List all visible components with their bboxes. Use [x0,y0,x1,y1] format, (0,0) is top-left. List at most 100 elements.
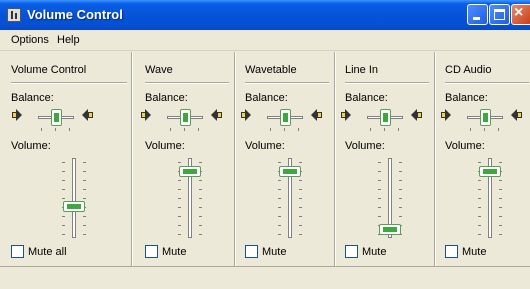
channel-name: Wavetable [245,64,297,76]
volume-tick [499,189,502,190]
balance-tick [370,128,371,131]
speaker-left-icon [11,109,25,121]
balance-label: Balance: [11,92,54,104]
speaker-right-icon [409,109,423,121]
balance-tick [384,128,385,131]
volume-tick [199,180,202,181]
mute-label[interactable]: Mute [262,246,286,258]
channel-separator [434,52,436,266]
volume-tick [199,234,202,235]
volume-tick [499,162,502,163]
volume-tick [378,162,381,163]
balance-slider-thumb[interactable] [51,109,62,126]
balance-ticks [467,128,503,131]
mute-checkbox[interactable] [345,245,358,258]
mixer-channel: Volume Control Balance: Volume: Mute all [11,52,128,266]
volume-slider-thumb[interactable] [179,166,201,177]
volume-tick [478,234,481,235]
channel-name: Wave [145,64,173,76]
minimize-button[interactable] [467,4,488,25]
balance-slider-thumb[interactable] [480,109,491,126]
volume-tick [83,180,86,181]
volume-slider-thumb[interactable] [63,201,85,212]
volume-tick [499,198,502,199]
speaker-right-icon [209,109,223,121]
volume-tick [178,198,181,199]
volume-tick [199,225,202,226]
volume-tick [499,216,502,217]
volume-tick [478,180,481,181]
volume-tick [299,216,302,217]
volume-tick [178,162,181,163]
channel-separator [334,52,336,266]
volume-tick [83,171,86,172]
volume-tick [499,180,502,181]
volume-tick [178,207,181,208]
balance-tick [298,128,299,131]
volume-tick [199,216,202,217]
channel-name-divider [245,82,329,84]
mute-label[interactable]: Mute [362,246,386,258]
volume-tick [62,198,65,199]
menu-help[interactable]: Help [57,34,80,46]
mute-checkbox[interactable] [245,245,258,258]
channel-name-divider [145,82,229,84]
balance-tick [284,128,285,131]
mute-label[interactable]: Mute [462,246,486,258]
volume-tick [62,189,65,190]
volume-tick [299,207,302,208]
volume-tick [62,234,65,235]
volume-tick [83,198,86,199]
volume-tick [83,216,86,217]
volume-tick [278,216,281,217]
volume-tick [399,189,402,190]
mute-label[interactable]: Mute all [28,246,67,258]
volume-tick [83,234,86,235]
title-bar[interactable]: Volume Control × [0,0,530,30]
volume-slider-thumb[interactable] [279,166,301,177]
mixer-channel: Line In Balance: Volume: Mute [341,52,431,266]
minimize-icon [473,17,480,20]
volume-tick [83,225,86,226]
balance-label: Balance: [245,92,288,104]
balance-tick [41,128,42,131]
maximize-button[interactable] [489,4,510,25]
volume-tick [378,216,381,217]
maximize-icon [494,9,505,20]
balance-slider-thumb[interactable] [380,109,391,126]
volume-slider-thumb[interactable] [479,166,501,177]
volume-label: Volume: [145,140,185,152]
balance-tick [55,128,56,131]
volume-tick [278,234,281,235]
volume-tick [378,189,381,190]
volume-tick [478,207,481,208]
volume-tick [62,162,65,163]
speaker-left-icon [240,109,254,121]
menu-options[interactable]: Options [11,34,49,46]
mute-checkbox[interactable] [445,245,458,258]
close-button[interactable]: × [511,4,530,25]
balance-slider-thumb[interactable] [180,109,191,126]
mute-checkbox[interactable] [145,245,158,258]
volume-tick [499,225,502,226]
speaker-app-icon [7,8,21,22]
volume-tick [478,216,481,217]
volume-tick [499,207,502,208]
volume-tick [299,180,302,181]
channel-name-divider [345,82,429,84]
balance-slider-thumb[interactable] [280,109,291,126]
volume-track [72,158,76,238]
balance-tick [270,128,271,131]
channel-name-divider [445,82,529,84]
mute-label[interactable]: Mute [162,246,186,258]
volume-tick [178,225,181,226]
volume-tick [83,162,86,163]
mute-checkbox[interactable] [11,245,24,258]
volume-slider-thumb[interactable] [379,224,401,235]
balance-ticks [167,128,203,131]
balance-label: Balance: [445,92,488,104]
volume-tick [478,198,481,199]
menu-bar: Options Help [0,30,530,51]
balance-label: Balance: [345,92,388,104]
volume-tick [278,180,281,181]
